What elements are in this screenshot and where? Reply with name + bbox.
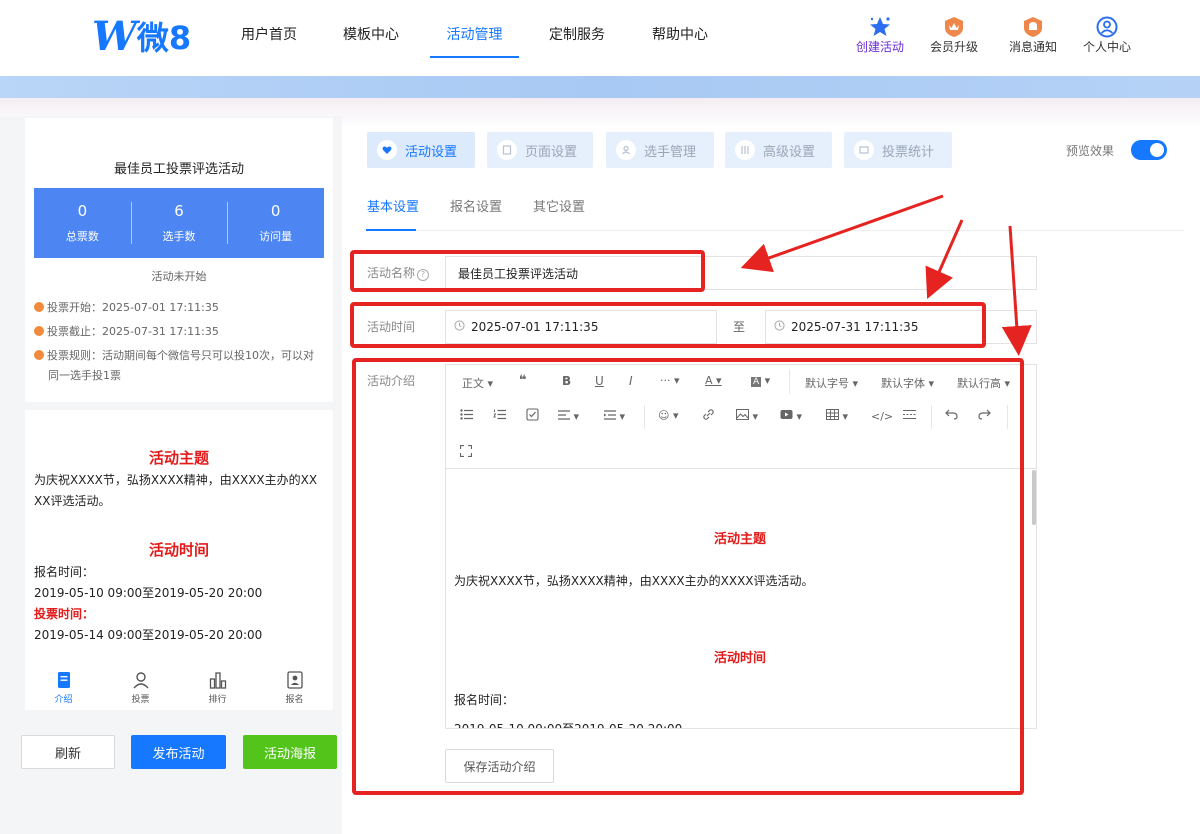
activity-summary-card: 最佳员工投票评选活动 0 总票数 6 选手数 0 访问量 活动未开始 投票开始：… [25, 118, 333, 402]
preview-effect-label: 预览效果 [1066, 144, 1115, 158]
logo-text: 微8 [136, 19, 192, 57]
signup-time-label: 报名时间： [34, 565, 95, 579]
stat-label: 选手数 [162, 230, 196, 243]
vote-time-range: 2019-05-14 09:00至2019-05-20 20:00 [34, 628, 263, 642]
info-dot-icon [34, 302, 44, 312]
vote-rule-continued: 同一选手投1票 [48, 369, 121, 382]
annotation-box-name [350, 250, 705, 292]
tab-vote-label: 投票 [131, 695, 150, 705]
tab-advanced-settings[interactable]: 高级设置 [725, 132, 832, 168]
star-icon [845, 16, 915, 38]
tab-activity-settings-label: 活动设置 [405, 144, 458, 160]
notifications-label: 消息通知 [1008, 40, 1057, 54]
theme-heading: 活动主题 [148, 449, 209, 467]
notifications-button[interactable]: 消息通知 [998, 16, 1068, 55]
tab-advanced-settings-label: 高级设置 [763, 144, 816, 160]
tab-signup-label: 报名 [285, 695, 304, 705]
stat-visits: 0 访问量 [227, 188, 324, 258]
tab-vote-statistics[interactable]: 投票统计 [844, 132, 952, 168]
tab-candidate-management[interactable]: 选手管理 [606, 132, 714, 168]
document-icon [25, 670, 102, 690]
vote-start-text: 投票开始：2025-07-01 17:11:35 [47, 301, 219, 314]
stats-bar: 0 总票数 6 选手数 0 访问量 [34, 188, 324, 258]
editor-scrollbar[interactable] [1032, 470, 1036, 525]
logo[interactable]: W 微8 [92, 12, 192, 60]
tab-page-settings-label: 页面设置 [525, 144, 578, 160]
tab-ranking-label: 排行 [208, 695, 227, 705]
subtab-basic-settings[interactable]: 基本设置 [367, 196, 419, 215]
theme-text-line1: 为庆祝XXXX节，弘扬XXXX精神，由XXXX主办的XX [34, 473, 318, 487]
tab-signup[interactable]: 报名 [256, 666, 333, 710]
sliders-icon [735, 140, 755, 160]
bell-badge-icon [998, 16, 1068, 38]
stats-icon [854, 140, 874, 160]
stat-number: 0 [77, 202, 88, 220]
stat-total-votes: 0 总票数 [34, 188, 131, 258]
nav-help-center[interactable]: 帮助中心 [652, 24, 708, 58]
nav-home[interactable]: 用户首页 [241, 24, 297, 58]
create-activity-label: 创建活动 [855, 40, 904, 54]
vote-end-info: 投票截止：2025-07-31 17:11:35 [34, 322, 330, 342]
stat-label: 总票数 [65, 230, 99, 243]
signup-form-icon [256, 670, 333, 690]
tab-ranking[interactable]: 排行 [179, 666, 256, 710]
stat-candidates: 6 选手数 [130, 188, 228, 258]
top-header: W 微8 用户首页 模板中心 活动管理 定制服务 帮助中心 创建活动 会员升级 … [0, 0, 1200, 76]
subtab-divider [366, 230, 1184, 231]
tab-activity-settings[interactable]: 活动设置 [367, 132, 475, 168]
activity-status: 活动未开始 [151, 270, 207, 283]
annotation-box-time [350, 302, 986, 348]
vote-end-text: 投票截止：2025-07-31 17:11:35 [47, 325, 219, 338]
subtab-active-indicator [366, 229, 416, 231]
user-icon [616, 140, 636, 160]
personal-center-button[interactable]: 个人中心 [1072, 16, 1142, 55]
preview-effect-toggle[interactable] [1131, 140, 1167, 160]
signup-time-range: 2019-05-10 09:00至2019-05-20 20:00 [34, 586, 263, 600]
info-dot-icon [34, 350, 44, 360]
subtab-signup-settings[interactable]: 报名设置 [450, 196, 502, 215]
info-dot-icon [34, 326, 44, 336]
nav-templates[interactable]: 模板中心 [343, 24, 399, 58]
crown-badge-icon [919, 16, 989, 38]
vote-time-label: 投票时间： [34, 607, 95, 621]
theme-text-line2: XX评选活动。 [34, 494, 111, 508]
person-icon [102, 670, 179, 690]
user-icon [1072, 16, 1142, 38]
stat-label: 访问量 [259, 230, 293, 243]
nav-activity-management[interactable]: 活动管理 [430, 24, 519, 58]
tab-intro[interactable]: 介绍 [25, 666, 102, 710]
create-activity-button[interactable]: 创建活动 [845, 16, 915, 55]
vote-rule-text: 投票规则：活动期间每个微信号只可以投10次，可以对 [47, 349, 314, 362]
logo-letter: W [92, 12, 137, 60]
tab-intro-label: 介绍 [54, 695, 73, 705]
annotation-box-intro [352, 358, 1024, 795]
vote-rule-info: 投票规则：活动期间每个微信号只可以投10次，可以对 [34, 346, 330, 366]
page-icon [497, 140, 517, 160]
stat-number: 0 [270, 202, 281, 220]
time-heading: 活动时间 [148, 541, 209, 559]
stat-number: 6 [174, 202, 184, 220]
publish-activity-button[interactable]: 发布活动 [131, 735, 226, 769]
banner-strip [0, 76, 1200, 98]
nav-custom-service[interactable]: 定制服务 [549, 24, 605, 58]
tab-vote[interactable]: 投票 [102, 666, 179, 710]
personal-center-label: 个人中心 [1082, 40, 1131, 54]
activity-intro-preview: 活动主题 为庆祝XXXX节，弘扬XXXX精神，由XXXX主办的XX XX评选活动… [25, 410, 333, 666]
preview-tab-bar: 介绍 投票 排行 报名 [25, 666, 333, 710]
bar-chart-icon [179, 670, 256, 690]
member-upgrade-button[interactable]: 会员升级 [919, 16, 989, 55]
tab-candidate-management-label: 选手管理 [644, 144, 697, 160]
tab-vote-statistics-label: 投票统计 [882, 144, 935, 160]
member-upgrade-label: 会员升级 [929, 40, 978, 54]
activity-title: 最佳员工投票评选活动 [113, 162, 244, 177]
vote-start-info: 投票开始：2025-07-01 17:11:35 [34, 298, 330, 318]
heart-icon [377, 140, 397, 160]
tab-page-settings[interactable]: 页面设置 [487, 132, 593, 168]
refresh-button[interactable]: 刷新 [21, 735, 115, 769]
activity-poster-button[interactable]: 活动海报 [243, 735, 337, 769]
subtab-other-settings[interactable]: 其它设置 [533, 196, 585, 215]
